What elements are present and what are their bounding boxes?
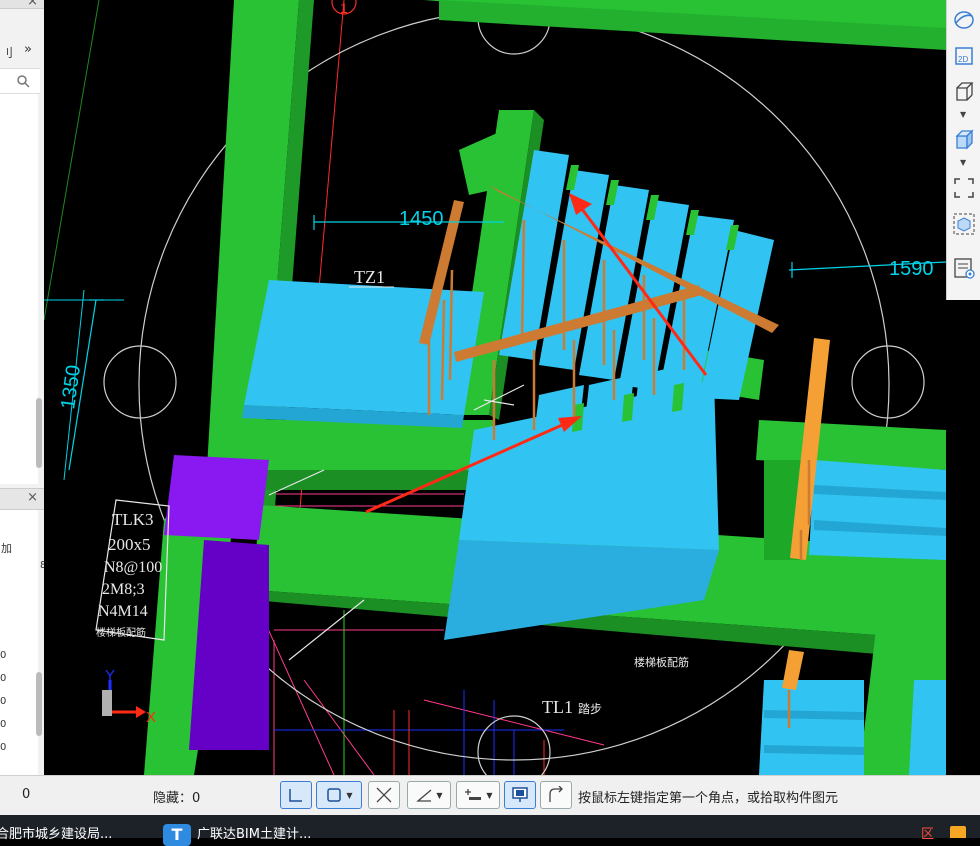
status-prompt: 按鼠标左键指定第一个角点，或拾取构件图元 [578,791,839,806]
left-panel: × 刂 » × 加 800 0 0 0 0 0 [0,0,59,775]
model-viewport[interactable]: 1 1450 1590 1350 TZ1 TL1 踏步 楼梯板配筋 TLK3 2… [44,0,946,775]
tray-shield-icon[interactable] [950,826,966,838]
tlk-note: 楼梯板配筋 [96,626,146,639]
panel-scrollbar[interactable] [36,398,42,468]
tlk-line-4: 2M8;3 [102,581,145,598]
status-bar: 0 隐藏：0 ▼ ▼ ▼ 按鼠标左键指定第一个角点，或拾取构件图元 [0,775,980,816]
arc-mode-button[interactable] [540,781,572,809]
lower-label-1: 加 [1,542,12,555]
cross-select-button[interactable] [368,781,400,809]
taskbar-item-glodon[interactable]: 广联达BIM土建计... [197,828,311,842]
3d-view-button[interactable] [952,80,976,104]
axis-x-label: X [146,709,156,726]
panel-close-icon[interactable]: × [27,0,38,9]
lower-panel-list: 加 800 0 0 0 0 0 [0,510,59,775]
os-taskbar: 合肥市城乡建设局... T 广联达BIM土建计... 区 [0,815,980,846]
view-cube-button[interactable] [952,212,976,236]
note-right: 楼梯板配筋 [634,655,689,669]
panel-search-row[interactable] [0,68,40,94]
cross-icon [376,787,392,803]
tray-icon-1[interactable]: 区 [921,828,934,842]
glodon-app-icon[interactable]: T [163,824,191,846]
cube-outline-icon [956,82,974,101]
search-icon[interactable] [16,74,30,88]
angle-button[interactable]: ▼ [407,781,451,809]
label-tl1: TL1 [542,697,573,717]
snap-mode-button[interactable]: ▼ [316,781,362,809]
panel-list-area [0,94,38,484]
display-settings-button[interactable] [952,256,976,280]
2d-view-button[interactable]: 2D [952,44,976,68]
label-tz1: TZ1 [354,267,385,287]
taskbar-item-browser[interactable]: 合肥市城乡建设局... [0,828,112,842]
landing-slab-left [244,280,484,415]
orthogonal-button[interactable] [280,781,312,809]
svg-text:2D: 2D [958,55,968,64]
dynamic-input-button[interactable] [504,781,536,809]
tlk-line-1: TLK3 [112,510,154,529]
lower-panel-scrollbar[interactable] [36,672,42,736]
lower-panel-close-icon[interactable]: × [27,490,38,505]
settings-list-icon [954,258,975,279]
panel-tab-char: 刂 [1,46,14,60]
orbit-view-button[interactable] [952,8,976,32]
status-count: 0 [22,787,31,802]
list-item[interactable]: 0 [0,650,6,661]
panel-expand-icon[interactable]: » [24,42,32,57]
axis-y-label: Y [105,667,115,684]
dimension-1590: 1590 [889,258,934,280]
label-tl1-note: 踏步 [578,702,602,716]
chevron-down-icon[interactable]: ▼ [960,158,966,167]
hidden-count: 隐藏：0 [153,791,201,806]
view-toolbar: 2D ▼ ▼ [946,0,980,300]
axis-label-1: 1 [340,0,348,16]
monitor-icon [512,787,528,802]
arc-icon [549,786,563,802]
fit-view-button[interactable] [952,176,976,200]
tlk-line-5: N4M14 [98,603,148,620]
list-item[interactable]: 0 [0,696,6,707]
list-item[interactable]: 0 [0,742,6,753]
purple-column [164,455,269,540]
list-item[interactable]: 0 [0,719,6,730]
dimension-1450: 1450 [399,208,444,230]
2d-icon: 2D [955,47,973,65]
angle-icon [416,789,432,802]
offset-button[interactable]: ▼ [456,781,500,809]
chevron-down-icon[interactable]: ▼ [960,110,966,119]
cube-solid-icon [955,129,974,150]
render-mode-button[interactable] [952,128,976,152]
tlk-line-3: N8@100 [104,559,162,576]
snap-box-icon [327,788,342,802]
list-item[interactable]: 0 [0,673,6,684]
fullscreen-icon [954,178,974,198]
view-cube-icon [953,213,975,235]
offset-icon [465,789,482,800]
tlk-line-2: 200x5 [108,535,151,554]
orbit-icon [954,11,974,29]
ortho-icon [289,789,302,802]
